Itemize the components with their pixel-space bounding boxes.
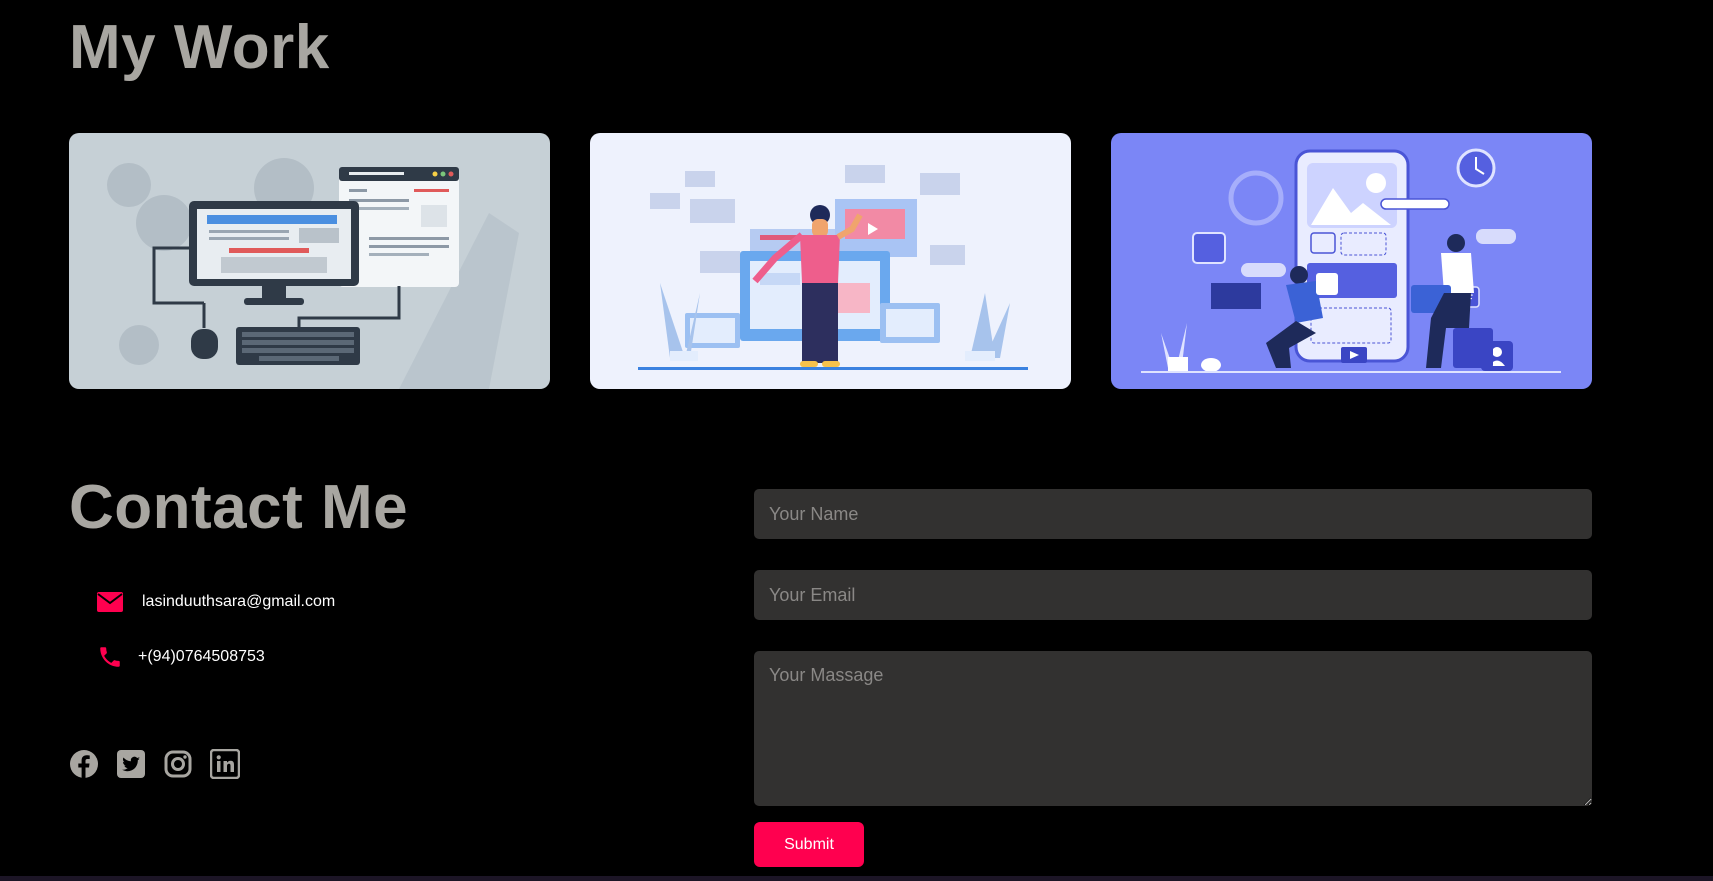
work-card-web-development[interactable] [69, 133, 550, 389]
name-input[interactable] [754, 489, 1592, 539]
twitter-icon[interactable] [116, 749, 146, 779]
linkedin-icon[interactable] [209, 748, 241, 780]
phone-number: +(94)0764508753 [138, 648, 265, 665]
facebook-icon[interactable] [69, 749, 99, 779]
contact-phone: +(94)0764508753 [97, 645, 265, 669]
message-textarea[interactable] [754, 651, 1592, 806]
phone-icon [97, 645, 125, 669]
submit-button[interactable]: Submit [754, 822, 864, 867]
contact-me-heading: Contact Me [69, 473, 409, 542]
contact-email: lasinduuthsara@gmail.com [97, 590, 335, 614]
my-work-heading: My Work [69, 13, 330, 82]
instagram-icon[interactable] [163, 749, 193, 779]
email-input[interactable] [754, 570, 1592, 620]
envelope-icon [97, 590, 125, 614]
work-card-app-development[interactable]: # [1111, 133, 1592, 389]
app-development-illustration: # [1141, 148, 1561, 373]
work-card-web-design[interactable] [590, 133, 1071, 389]
web-design-illustration [638, 165, 1028, 370]
social-links [69, 748, 241, 780]
email-address: lasinduuthsara@gmail.com [142, 593, 336, 610]
page-bottom-edge [0, 876, 1713, 881]
web-development-illustration [107, 158, 519, 389]
